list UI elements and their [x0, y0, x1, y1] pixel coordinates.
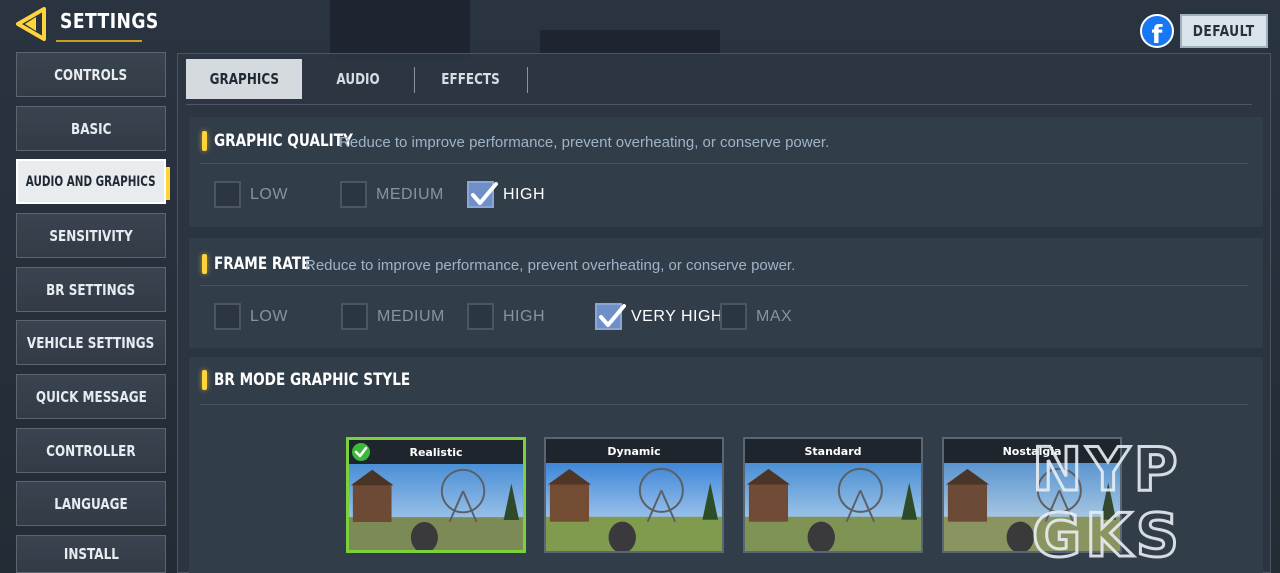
section-accent-bar	[202, 131, 207, 151]
frame-rate-medium-label[interactable]: MEDIUM	[377, 308, 445, 326]
frame-rate-very-high-label[interactable]: VERY HIGH	[631, 308, 723, 326]
checkmark-icon	[599, 304, 626, 327]
tab-divider	[527, 67, 528, 93]
tab-effects[interactable]: EFFECTS	[416, 59, 526, 99]
graphic-quality-title: GRAPHIC QUALITY	[214, 131, 353, 151]
section-divider	[200, 163, 1248, 164]
graphic-quality-medium-label[interactable]: MEDIUM	[376, 186, 444, 204]
tab-underline	[186, 104, 1252, 105]
sidebar-item-controller[interactable]: CONTROLLER	[16, 428, 166, 473]
graphic-quality-description: Reduce to improve performance, prevent o…	[339, 134, 830, 151]
background-shape	[330, 0, 470, 60]
watermark-logo: NYP GKS	[1032, 434, 1183, 563]
style-card-label: Realistic	[409, 445, 463, 459]
back-arrow-icon[interactable]	[14, 6, 50, 42]
default-button[interactable]: DEFAULT	[1180, 14, 1268, 48]
frame-rate-description: Reduce to improve performance, prevent o…	[305, 257, 796, 274]
graphic-quality-high-label[interactable]: HIGH	[503, 186, 545, 204]
checkmark-icon	[471, 182, 498, 205]
sidebar-item-install[interactable]: INSTALL	[16, 535, 166, 573]
sidebar-item-label: INSTALL	[63, 545, 119, 563]
tab-audio[interactable]: AUDIO	[304, 59, 412, 99]
sidebar-item-basic[interactable]: BASIC	[16, 106, 166, 151]
sidebar-item-label: CONTROLS	[54, 65, 128, 84]
tab-divider	[414, 67, 415, 93]
sidebar-item-sensitivity[interactable]: SENSITIVITY	[16, 213, 166, 258]
style-card-standard[interactable]: Standard	[743, 437, 923, 553]
graphic-quality-medium-checkbox[interactable]	[340, 181, 367, 208]
graphic-quality-low-label[interactable]: LOW	[250, 186, 288, 204]
tab-graphics[interactable]: GRAPHICS	[186, 59, 302, 99]
tab-label: AUDIO	[336, 70, 380, 88]
style-card-dynamic[interactable]: Dynamic	[544, 437, 724, 553]
frame-rate-low-label[interactable]: LOW	[250, 308, 288, 326]
sidebar-item-label: VEHICLE SETTINGS	[27, 333, 155, 352]
sidebar-item-controls[interactable]: CONTROLS	[16, 52, 166, 97]
sidebar-item-label: SENSITIVITY	[49, 226, 133, 245]
sidebar-item-label: BR SETTINGS	[46, 280, 136, 299]
sidebar-item-label: AUDIO AND GRAPHICS	[26, 173, 156, 190]
frame-rate-very-high-checkbox[interactable]	[595, 303, 626, 330]
scene-preview-image	[745, 463, 921, 551]
section-accent-bar	[202, 370, 207, 390]
facebook-icon[interactable]: f	[1140, 14, 1174, 49]
background-shape	[540, 30, 720, 55]
tab-label: EFFECTS	[441, 70, 501, 88]
section-divider	[200, 285, 1248, 286]
sidebar-item-br-settings[interactable]: BR SETTINGS	[16, 267, 166, 312]
page-title: SETTINGS	[60, 9, 159, 33]
graphic-quality-high-checkbox[interactable]	[467, 181, 498, 208]
frame-rate-max-checkbox[interactable]	[720, 303, 747, 330]
frame-rate-low-checkbox[interactable]	[214, 303, 241, 330]
watermark-line: NYP	[1032, 435, 1182, 505]
sidebar-item-language[interactable]: LANGUAGE	[16, 481, 166, 526]
sidebar-item-label: QUICK MESSAGE	[35, 387, 147, 406]
section-divider	[200, 404, 1248, 405]
frame-rate-high-label[interactable]: HIGH	[503, 308, 545, 326]
sidebar-item-vehicle-settings[interactable]: VEHICLE SETTINGS	[16, 320, 166, 365]
watermark-line: GKS	[1032, 501, 1183, 562]
scene-preview-image	[349, 464, 523, 550]
section-accent-bar	[202, 254, 207, 274]
sidebar-item-quick-message[interactable]: QUICK MESSAGE	[16, 374, 166, 419]
style-card-label: Standard	[804, 444, 862, 458]
frame-rate-section	[189, 238, 1263, 348]
default-button-label: DEFAULT	[1193, 22, 1255, 40]
tab-label: GRAPHICS	[209, 70, 279, 88]
frame-rate-high-checkbox[interactable]	[467, 303, 494, 330]
title-underline	[56, 40, 142, 42]
sidebar-item-label: LANGUAGE	[54, 494, 128, 513]
frame-rate-title: FRAME RATE	[214, 254, 311, 274]
sidebar-item-audio-and-graphics[interactable]: AUDIO AND GRAPHICS	[16, 159, 170, 204]
selected-check-icon	[352, 443, 370, 461]
graphic-quality-low-checkbox[interactable]	[214, 181, 241, 208]
frame-rate-medium-checkbox[interactable]	[341, 303, 368, 330]
frame-rate-max-label[interactable]: MAX	[756, 308, 792, 326]
scene-preview-image	[546, 463, 722, 551]
style-card-label: Dynamic	[607, 444, 661, 458]
sidebar-item-label: CONTROLLER	[46, 441, 136, 460]
style-card-realistic[interactable]: Realistic	[346, 437, 526, 553]
sidebar-item-label: BASIC	[70, 119, 112, 138]
br-style-title: BR MODE GRAPHIC STYLE	[214, 370, 411, 390]
